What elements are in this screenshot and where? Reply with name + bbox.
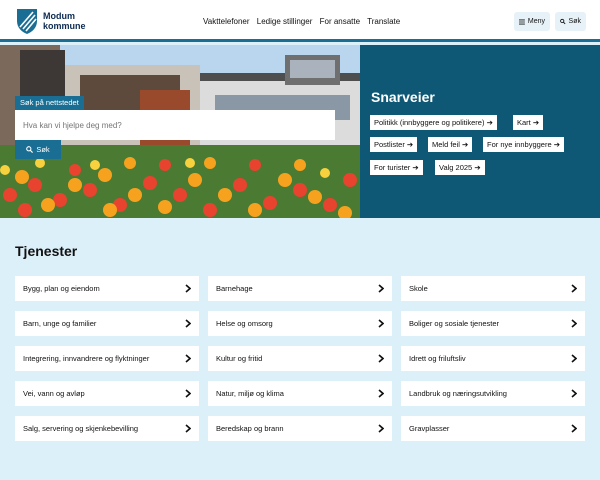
shortcut-nye-innbyggere[interactable]: For nye innbyggere ➔ [483, 137, 564, 152]
search-icon [26, 146, 34, 153]
service-label: Bygg, plan og eiendom [23, 284, 100, 293]
nav-vakttelefoner[interactable]: Vakttelefoner [203, 17, 250, 26]
shortcut-label: For nye innbyggere [487, 140, 552, 149]
site-search-button-label: Søk [36, 145, 50, 154]
service-label: Vei, vann og avløp [23, 389, 85, 398]
site-header: Modum kommune Vakttelefoner Ledige still… [0, 0, 600, 42]
service-card[interactable]: Beredskap og brann [208, 416, 392, 441]
service-label: Beredskap og brann [216, 424, 284, 433]
chevron-right-icon [571, 284, 577, 293]
chevron-right-icon [185, 319, 191, 328]
shortcut-kart[interactable]: Kart ➔ [513, 115, 544, 130]
header-search-label: Søk [568, 18, 581, 25]
chevron-right-icon [185, 284, 191, 293]
service-label: Boliger og sosiale tjenester [409, 319, 500, 328]
shortcuts-title: Snarveier [371, 89, 435, 105]
shortcut-turister[interactable]: For turister ➔ [370, 160, 423, 175]
service-card[interactable]: Bygg, plan og eiendom [15, 276, 199, 301]
service-label: Integrering, innvandrere og flyktninger [23, 354, 150, 363]
service-card[interactable]: Kultur og fritid [208, 346, 392, 371]
service-card[interactable]: Barnehage [208, 276, 392, 301]
chevron-right-icon [185, 389, 191, 398]
chevron-right-icon [378, 424, 384, 433]
service-card[interactable]: Skole [401, 276, 585, 301]
chevron-right-icon [185, 354, 191, 363]
service-label: Kultur og fritid [216, 354, 263, 363]
shortcut-label: Meld feil [432, 140, 460, 149]
site-search-button[interactable]: Søk [15, 140, 61, 159]
shortcut-label: Valg 2025 [439, 163, 473, 172]
chevron-right-icon [571, 319, 577, 328]
site-search-input[interactable] [15, 110, 335, 140]
modum-logo-icon[interactable] [15, 7, 39, 35]
service-card[interactable]: Landbruk og næringsutvikling [401, 381, 585, 406]
chevron-right-icon [185, 424, 191, 433]
service-label: Natur, miljø og klima [216, 389, 284, 398]
service-label: Salg, servering og skjenkebevilling [23, 424, 139, 433]
services-title: Tjenester [15, 243, 78, 259]
menu-label: Meny [527, 18, 545, 25]
chevron-right-icon [378, 389, 384, 398]
service-card[interactable]: Salg, servering og skjenkebevilling [15, 416, 199, 441]
service-label: Idrett og friluftsliv [409, 354, 466, 363]
shortcut-meld-feil[interactable]: Meld feil ➔ [428, 137, 473, 152]
service-label: Landbruk og næringsutvikling [409, 389, 507, 398]
nav-ledige-stillinger[interactable]: Ledige stillinger [257, 17, 313, 26]
hero-section: Søk på nettstedet Søk [0, 45, 360, 218]
shortcuts-panel: Snarveier Politikk (innbyggere og politi… [360, 45, 600, 218]
nav-for-ansatte[interactable]: For ansatte [320, 17, 360, 26]
service-card[interactable]: Vei, vann og avløp [15, 381, 199, 406]
shortcut-label: Kart [517, 118, 531, 127]
site-search-title: Søk på nettstedet [15, 96, 84, 110]
search-icon [560, 18, 566, 25]
logo-text[interactable]: Modum kommune [43, 11, 86, 31]
top-nav: Vakttelefoner Ledige stillinger For ansa… [203, 17, 405, 26]
shortcut-politikk[interactable]: Politikk (innbyggere og politikere) ➔ [370, 115, 497, 130]
service-card[interactable]: Barn, unge og familier [15, 311, 199, 336]
header-search-button[interactable]: Søk [555, 12, 586, 31]
nav-translate[interactable]: Translate [367, 17, 400, 26]
menu-button[interactable]: Meny [514, 12, 550, 31]
chevron-right-icon [378, 319, 384, 328]
service-label: Helse og omsorg [216, 319, 273, 328]
service-label: Skole [409, 284, 428, 293]
service-card[interactable]: Gravplasser [401, 416, 585, 441]
shortcut-valg-2025[interactable]: Valg 2025 ➔ [435, 160, 485, 175]
chevron-right-icon [571, 354, 577, 363]
chevron-right-icon [571, 389, 577, 398]
service-card[interactable]: Natur, miljø og klima [208, 381, 392, 406]
shortcut-label: Politikk (innbyggere og politikere) [374, 118, 485, 127]
service-card[interactable]: Boliger og sosiale tjenester [401, 311, 585, 336]
service-label: Barnehage [216, 284, 253, 293]
shortcut-label: Postlister [374, 140, 405, 149]
chevron-right-icon [378, 354, 384, 363]
chevron-right-icon [571, 424, 577, 433]
shortcut-postlister[interactable]: Postlister ➔ [370, 137, 418, 152]
service-label: Gravplasser [409, 424, 450, 433]
shortcut-label: For turister [374, 163, 411, 172]
service-card[interactable]: Idrett og friluftsliv [401, 346, 585, 371]
logo-line-2: kommune [43, 21, 86, 31]
service-card[interactable]: Integrering, innvandrere og flyktninger [15, 346, 199, 371]
hamburger-icon [519, 18, 525, 25]
logo-line-1: Modum [43, 11, 75, 21]
chevron-right-icon [378, 284, 384, 293]
service-card[interactable]: Helse og omsorg [208, 311, 392, 336]
service-label: Barn, unge og familier [23, 319, 97, 328]
